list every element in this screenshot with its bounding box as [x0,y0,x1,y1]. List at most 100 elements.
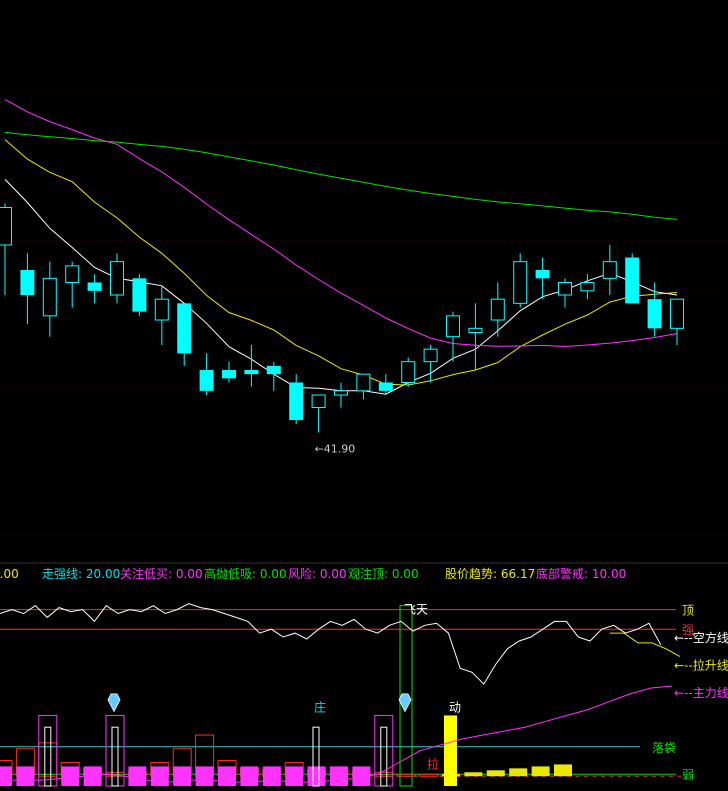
level-label: 顶 [682,604,694,618]
candle-body [602,261,617,279]
candle [311,394,326,433]
ma-60-line [4,131,678,220]
candle [65,261,80,308]
magenta-bar [330,766,348,786]
candle-body [580,282,595,292]
candle [42,261,57,337]
candle-body [490,298,505,321]
candle-body [670,298,684,329]
candle [602,245,617,295]
candle [132,274,147,316]
line-label: ←--拉升线 [674,657,728,672]
ma-short-line [4,179,678,395]
white-inner-bar [111,726,119,787]
signal-annotation: 庄 [314,700,326,715]
candle-body [356,373,371,392]
short-line [0,603,662,685]
candle-body [110,261,124,296]
candle [20,253,35,325]
yellow-bar [531,766,550,777]
candle-body [65,265,80,284]
candle [535,257,550,300]
yellow-signal-column [444,715,457,786]
candle-body [0,207,12,246]
stock-chart: ←41.90 顶强落袋弱←--空方线←--拉升线←--主力线飞天庄 动拉 [0,44,728,787]
yellow-bar [554,764,572,777]
moving-averages [4,99,678,395]
legend-item: 股价趋势: 66.17 [445,567,536,581]
candle-body [468,327,483,334]
signal-annotation: 拉 [427,756,439,771]
candle [110,253,124,304]
candle [356,373,371,400]
candle [401,357,416,387]
candle-body [446,315,460,338]
candle-body [423,348,438,363]
candle [87,274,102,304]
candle-body [334,390,348,396]
diamond-icon [107,693,121,713]
magenta-bar [307,766,326,786]
candle [222,361,236,383]
low-marker: ←41.90 [315,443,356,456]
yellow-bar [486,770,505,777]
candle [558,278,572,308]
candle-body [132,278,147,312]
indicator-legend: 3.00 走强线: 20.00关注低买: 0.00高抛低吸: 0.00风险: 0.… [0,565,728,583]
candle-body [222,370,236,379]
candle [670,298,684,345]
ma-mid-line [4,139,678,386]
candle-body [42,277,57,317]
candle [266,361,281,391]
price-grid [0,44,728,536]
candle-body [177,303,192,354]
magenta-bar [128,766,147,786]
candle [647,282,662,337]
signal-annotation: 动 [449,701,461,715]
legend-item: 3.00 [0,567,19,581]
legend-item: 高抛低吸: 0.00 [204,567,287,581]
line-label: ←--主力线 [674,686,728,700]
candle-body [558,282,572,296]
low-price-label: ←41.90 [315,443,356,456]
candle [625,253,640,304]
legend-item: 观注顶: 0.00 [348,567,419,581]
candle [490,282,505,337]
magenta-bar [150,766,169,786]
candle [154,286,169,345]
magenta-bar [195,766,214,786]
level-label: 落袋 [652,741,676,755]
white-inner-bar [44,726,52,787]
candle [244,345,259,387]
candle [0,203,12,295]
signal-annotation: 飞天 [404,603,428,617]
magenta-bar [218,766,236,786]
yellow-bar [509,768,528,777]
pull-up-line [610,632,681,658]
candle [468,303,483,370]
candle [513,253,528,308]
magenta-hollow-bar [38,714,58,787]
candle-body [401,361,416,383]
candle-body [20,270,35,295]
candle [289,374,304,425]
magenta-hollow-bar [374,714,394,787]
candle-body [87,282,102,291]
yellow-bar [464,772,483,777]
candle-body [625,257,640,304]
magenta-bar [61,766,80,786]
candle [177,303,192,366]
diamond-icon [398,693,412,713]
candle-body [289,382,304,420]
white-inner-bar [380,726,388,787]
magenta-bar [16,766,35,786]
magenta-bar [0,766,12,786]
candle-body [513,261,528,304]
magenta-bar [173,766,192,786]
red-bar [38,742,58,777]
candle-body [154,298,169,321]
candle-body [199,370,214,391]
magenta-bar [240,766,259,786]
candle [423,345,438,383]
magenta-bar [285,766,304,786]
